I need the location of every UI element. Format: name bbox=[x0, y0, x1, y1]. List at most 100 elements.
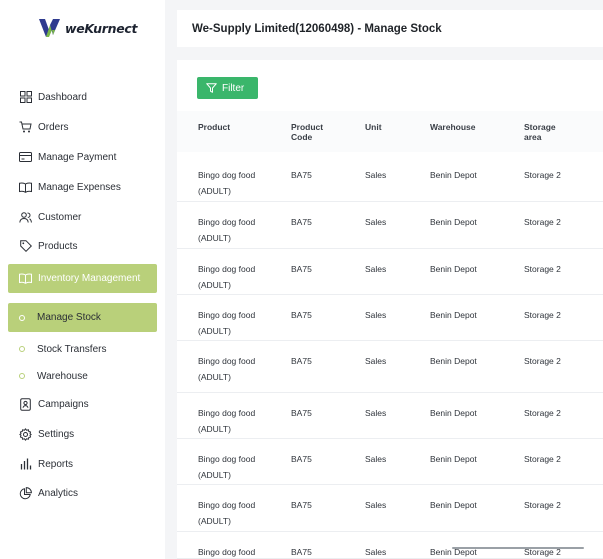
cell-code: BA75 bbox=[291, 217, 312, 227]
sidebar-item-orders[interactable]: Orders bbox=[8, 114, 157, 140]
cart-icon bbox=[19, 121, 32, 134]
cell-code: BA75 bbox=[291, 310, 312, 320]
product-variant: (ADULT) bbox=[198, 186, 231, 196]
sidebar-item-settings[interactable]: Settings bbox=[8, 421, 157, 447]
brand-name: weKurnect bbox=[65, 20, 138, 36]
bar-chart-icon bbox=[19, 458, 32, 471]
cell-unit: Sales bbox=[365, 217, 387, 227]
bullet-icon bbox=[19, 314, 25, 321]
cell-product: Bingo dog food (ADULT) bbox=[198, 405, 255, 437]
sidebar-item-label: Dashboard bbox=[38, 91, 87, 103]
cell-storage: Storage 2 bbox=[524, 408, 561, 418]
sidebar-subitem-manage-stock[interactable]: Manage Stock bbox=[8, 303, 157, 332]
cell-product: Bingo dog food (ADULT) bbox=[198, 451, 255, 483]
cell-product: Bingo dog food (ADULT) bbox=[198, 497, 255, 529]
cell-code: BA75 bbox=[291, 408, 312, 418]
sidebar-item-inventory-management[interactable]: Inventory Management bbox=[8, 264, 157, 293]
gear-icon bbox=[19, 427, 32, 441]
table-row[interactable]: Bingo dog food (ADULT) BA75 Sales Benin Depo… bbox=[177, 439, 603, 485]
sidebar-subitem-stock-transfers[interactable]: Stock Transfers bbox=[8, 338, 157, 360]
sidebar-item-campaigns[interactable]: Campaigns bbox=[8, 391, 157, 417]
horizontal-scrollbar[interactable] bbox=[452, 547, 584, 549]
product-name: Bingo dog food bbox=[198, 170, 256, 180]
column-header-product-code[interactable]: Product Code bbox=[291, 122, 323, 142]
cell-product: Bingo dog food (ADULT) bbox=[198, 167, 255, 199]
sidebar-item-manage-payment[interactable]: Manage Payment bbox=[8, 144, 157, 170]
cell-product: Bingo dog food (ADULT) bbox=[198, 307, 255, 339]
product-variant: (ADULT) bbox=[198, 280, 231, 290]
sidebar-item-label: Reports bbox=[38, 458, 74, 470]
sidebar-subitem-warehouse[interactable]: Warehouse bbox=[8, 365, 157, 387]
cell-storage: Storage 2 bbox=[524, 454, 561, 464]
table-row[interactable]: Bingo dog food (ADULT) BA75 Sales Benin Depo… bbox=[177, 341, 603, 393]
table-row[interactable]: Bingo dog food BA75 Sales Benin Depot Storag… bbox=[177, 532, 603, 559]
cell-unit: Sales bbox=[365, 547, 387, 557]
product-variant: (ADULT) bbox=[198, 233, 231, 243]
bullet-icon bbox=[19, 373, 25, 379]
cell-product: Bingo dog food (ADULT) bbox=[198, 214, 255, 246]
sidebar-item-dashboard[interactable]: Dashboard bbox=[8, 84, 157, 110]
cell-warehouse: Benin Depot bbox=[430, 217, 477, 227]
cell-product: Bingo dog food (ADULT) bbox=[198, 353, 255, 385]
product-variant: (ADULT) bbox=[198, 470, 231, 480]
cell-storage: Storage 2 bbox=[524, 356, 561, 366]
page-title: We-Supply Limited(12060498) - Manage Sto… bbox=[192, 22, 442, 35]
product-variant: (ADULT) bbox=[198, 516, 231, 526]
cell-warehouse: Benin Depot bbox=[430, 310, 477, 320]
tag-icon bbox=[19, 240, 32, 253]
users-icon bbox=[19, 211, 32, 224]
cell-code: BA75 bbox=[291, 356, 312, 366]
bullet-icon bbox=[19, 346, 25, 352]
sidebar-item-reports[interactable]: Reports bbox=[8, 451, 157, 477]
stock-panel: Filter Product Product Code Unit Warehous… bbox=[177, 60, 603, 559]
pie-chart-icon bbox=[19, 486, 32, 500]
page-header: We-Supply Limited(12060498) - Manage Sto… bbox=[177, 10, 603, 47]
column-header-product[interactable]: Product bbox=[198, 122, 230, 132]
sidebar-item-label: Products bbox=[38, 240, 78, 252]
book-icon bbox=[19, 272, 32, 285]
sidebar-item-label: Customer bbox=[38, 211, 82, 223]
product-name: Bingo dog food bbox=[198, 500, 256, 510]
table-row[interactable]: Bingo dog food (ADULT) BA75 Sales Benin Depo… bbox=[177, 485, 603, 532]
sidebar: weKurnect Dashboard Orders Manage Paymen… bbox=[0, 0, 165, 559]
sidebar-item-label: Analytics bbox=[38, 487, 79, 499]
sidebar-subitem-label: Warehouse bbox=[37, 370, 88, 382]
dashboard-icon bbox=[19, 91, 32, 104]
column-header-storage-area[interactable]: Storage area bbox=[524, 122, 556, 142]
table-row[interactable]: Bingo dog food (ADULT) BA75 Sales Benin Depo… bbox=[177, 155, 603, 202]
table-row[interactable]: Bingo dog food (ADULT) BA75 Sales Benin Depo… bbox=[177, 295, 603, 341]
sidebar-item-products[interactable]: Products bbox=[8, 233, 157, 259]
product-name: Bingo dog food bbox=[198, 310, 256, 320]
sidebar-item-analytics[interactable]: Analytics bbox=[8, 480, 157, 506]
sidebar-item-customer[interactable]: Customer bbox=[8, 204, 157, 230]
table-header: Product Product Code Unit Warehouse Stora… bbox=[177, 111, 603, 152]
product-variant: (ADULT) bbox=[198, 326, 231, 336]
table-row[interactable]: Bingo dog food (ADULT) BA75 Sales Benin Depo… bbox=[177, 249, 603, 295]
cell-warehouse: Benin Depot bbox=[430, 454, 477, 464]
cell-storage: Storage 2 bbox=[524, 264, 561, 274]
logo[interactable]: weKurnect bbox=[38, 16, 137, 40]
cell-warehouse: Benin Depot bbox=[430, 500, 477, 510]
product-name: Bingo dog food bbox=[198, 356, 256, 366]
payment-card-icon bbox=[19, 151, 32, 164]
filter-icon bbox=[206, 83, 217, 93]
cell-code: BA75 bbox=[291, 547, 312, 557]
product-variant: (ADULT) bbox=[198, 424, 231, 434]
filter-button[interactable]: Filter bbox=[197, 77, 258, 99]
product-name: Bingo dog food bbox=[198, 408, 256, 418]
cell-storage: Storage 2 bbox=[524, 170, 561, 180]
table-row[interactable]: Bingo dog food (ADULT) BA75 Sales Benin Depo… bbox=[177, 202, 603, 249]
table-row[interactable]: Bingo dog food (ADULT) BA75 Sales Benin Depo… bbox=[177, 393, 603, 439]
cell-unit: Sales bbox=[365, 454, 387, 464]
sidebar-item-manage-expenses[interactable]: Manage Expenses bbox=[8, 174, 157, 200]
column-header-warehouse[interactable]: Warehouse bbox=[430, 122, 476, 132]
column-header-unit[interactable]: Unit bbox=[365, 122, 382, 132]
filter-button-label: Filter bbox=[222, 82, 245, 94]
sidebar-item-label: Inventory Management bbox=[38, 273, 141, 284]
sidebar-item-label: Campaigns bbox=[38, 398, 89, 410]
cell-warehouse: Benin Depot bbox=[430, 170, 477, 180]
sidebar-item-label: Manage Payment bbox=[38, 151, 117, 163]
sidebar-item-label: Orders bbox=[38, 121, 69, 133]
cell-code: BA75 bbox=[291, 454, 312, 464]
cell-code: BA75 bbox=[291, 170, 312, 180]
